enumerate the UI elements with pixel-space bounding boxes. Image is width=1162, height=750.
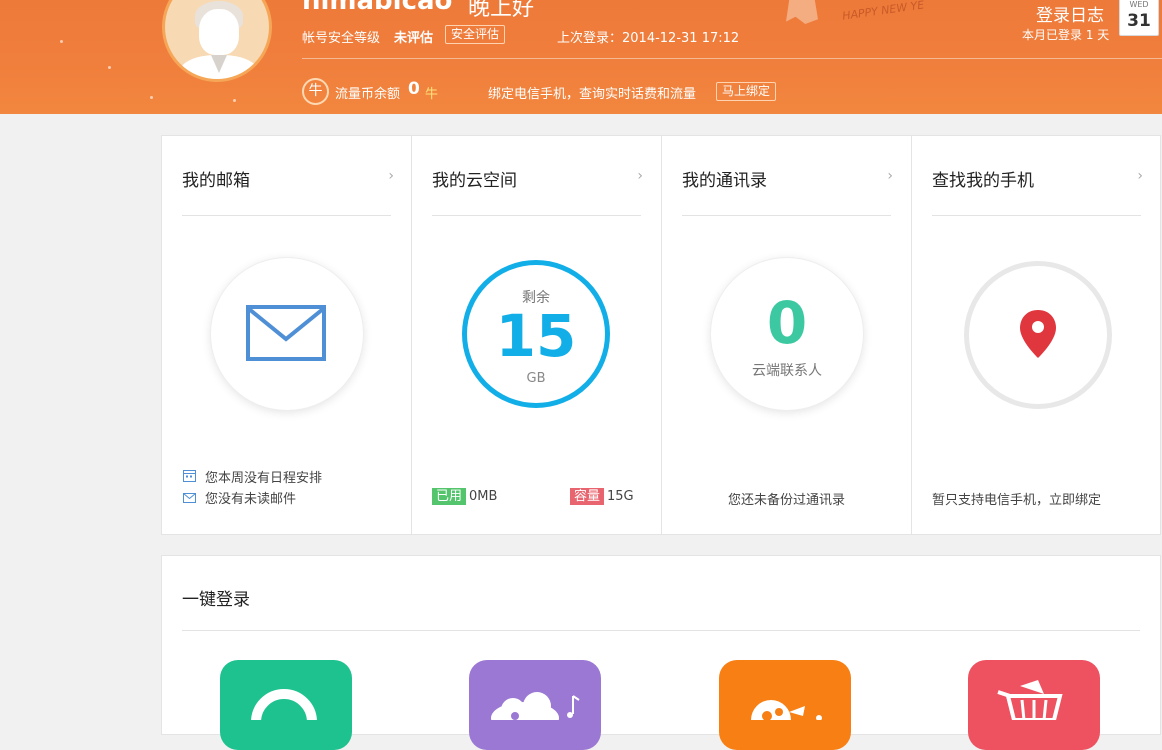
greeting: 晚上好 bbox=[468, 0, 535, 21]
card-cloud[interactable]: 我的云空间 › 剩余 15 GB 已用 0MB 容量 15G bbox=[411, 136, 661, 534]
bind-phone-button[interactable]: 马上绑定 bbox=[716, 82, 777, 101]
divider bbox=[932, 215, 1141, 216]
sparkle bbox=[60, 40, 63, 43]
login-days-count: 本月已登录 1 天 bbox=[1022, 28, 1110, 42]
support-note[interactable]: 暂只支持电信手机，立即绑定 bbox=[932, 489, 1101, 508]
service-cards: 我的邮箱 › 您本周没有日程安排 您没有未读邮件 我的云空间 › 剩余 15 G… bbox=[161, 135, 1161, 535]
coin-balance-value: 0 bbox=[408, 79, 420, 99]
bind-phone-text: 绑定电信手机，查询实时话费和流量 bbox=[488, 87, 697, 102]
orange-app-icon[interactable] bbox=[719, 660, 851, 750]
location-app-icon[interactable] bbox=[220, 660, 352, 750]
capacity-stat: 容量 15G bbox=[570, 488, 634, 505]
sparkle bbox=[233, 99, 236, 102]
used-tag: 已用 bbox=[432, 488, 467, 505]
coin-unit: 牛 bbox=[425, 87, 439, 102]
contacts-circle[interactable]: 0 云端联系人 bbox=[711, 258, 863, 410]
calendar-icon[interactable]: WED 31 bbox=[1119, 0, 1159, 36]
login-log-link[interactable]: 登录日志 bbox=[1036, 1, 1104, 26]
quick-login-panel: 一键登录 bbox=[161, 555, 1161, 750]
chevron-right-icon[interactable]: › bbox=[637, 168, 643, 184]
find-phone-circle[interactable] bbox=[964, 261, 1112, 409]
mail-circle[interactable] bbox=[211, 258, 363, 410]
last-login: 上次登录：2014-12-31 17:12 bbox=[557, 27, 739, 46]
header-divider bbox=[302, 58, 1162, 59]
sparkle bbox=[108, 66, 111, 69]
last-login-label: 上次登录： bbox=[557, 31, 623, 46]
username: nimabicao bbox=[302, 0, 453, 16]
calendar-day: 31 bbox=[1127, 11, 1151, 31]
header-banner: nimabicao 晚上好 帐号安全等级 未评估 安全评估 上次登录：2014-… bbox=[0, 0, 1162, 114]
unread-note-row: 您没有未读邮件 bbox=[182, 488, 296, 507]
remaining-unit: GB bbox=[526, 371, 546, 386]
coin-icon: 牛 bbox=[302, 78, 329, 105]
envelope-icon bbox=[246, 305, 326, 361]
mail-small-icon bbox=[182, 492, 196, 506]
used-value: 0MB bbox=[469, 489, 498, 504]
card-contacts-title: 我的通讯录 bbox=[682, 171, 767, 191]
divider bbox=[432, 215, 641, 216]
capacity-value: 15G bbox=[607, 489, 634, 504]
schedule-note-row: 您本周没有日程安排 bbox=[182, 467, 322, 486]
backup-note[interactable]: 您还未备份过通讯录 bbox=[662, 489, 911, 508]
chevron-right-icon[interactable]: › bbox=[388, 168, 394, 184]
new-year-ribbon-icon bbox=[786, 0, 818, 24]
calendar-small-icon bbox=[182, 469, 196, 485]
card-find-phone[interactable]: 查找我的手机 › 暂只支持电信手机，立即绑定 bbox=[911, 136, 1161, 534]
account-security-level: 未评估 bbox=[394, 31, 434, 46]
card-cloud-title: 我的云空间 bbox=[432, 171, 517, 191]
contacts-count-label: 云端联系人 bbox=[752, 363, 822, 379]
chevron-right-icon[interactable]: › bbox=[1137, 168, 1143, 184]
chevron-right-icon[interactable]: › bbox=[887, 168, 893, 184]
shopping-app-icon[interactable] bbox=[968, 660, 1100, 750]
calendar-weekday: WED bbox=[1129, 0, 1149, 9]
account-security-label: 帐号安全等级 bbox=[302, 31, 381, 46]
avatar-face bbox=[199, 9, 239, 55]
used-stat: 已用 0MB bbox=[432, 488, 497, 505]
avatar[interactable] bbox=[162, 0, 272, 82]
divider bbox=[682, 215, 891, 216]
schedule-note[interactable]: 您本周没有日程安排 bbox=[205, 471, 322, 486]
remaining-value: 15 bbox=[495, 302, 577, 370]
divider bbox=[182, 630, 1140, 631]
location-pin-icon bbox=[1020, 310, 1056, 358]
cloud-remaining-ring[interactable]: 剩余 15 GB bbox=[462, 260, 610, 408]
unread-note[interactable]: 您没有未读邮件 bbox=[205, 492, 296, 507]
coin-balance-label: 流量币余额 bbox=[335, 87, 401, 102]
security-eval-button[interactable]: 安全评估 bbox=[445, 25, 506, 44]
divider bbox=[182, 215, 391, 216]
sparkle bbox=[150, 96, 153, 99]
contacts-count: 0 bbox=[766, 289, 808, 357]
card-mail-title: 我的邮箱 bbox=[182, 171, 250, 191]
card-contacts[interactable]: 我的通讯录 › 0 云端联系人 您还未备份过通讯录 bbox=[661, 136, 911, 534]
cloud-music-app-icon[interactable] bbox=[469, 660, 601, 750]
last-login-time: 2014-12-31 17:12 bbox=[622, 31, 740, 46]
capacity-tag: 容量 bbox=[570, 488, 605, 505]
new-year-decoration: HAPPY NEW YE bbox=[841, 0, 926, 23]
card-find-phone-title: 查找我的手机 bbox=[932, 171, 1034, 191]
quick-login-title: 一键登录 bbox=[182, 590, 250, 610]
card-mail[interactable]: 我的邮箱 › 您本周没有日程安排 您没有未读邮件 bbox=[162, 136, 412, 534]
